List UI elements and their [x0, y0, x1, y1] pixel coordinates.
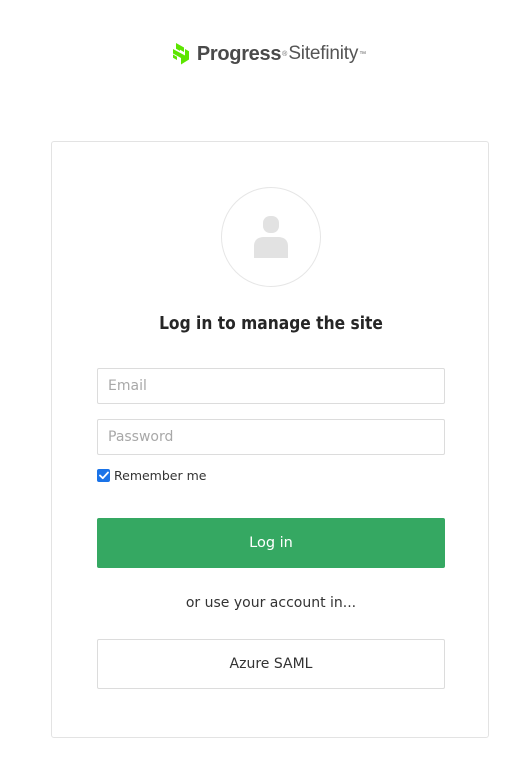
login-button[interactable]: Log in: [97, 518, 445, 568]
password-field[interactable]: [97, 419, 445, 455]
remember-me-label: Remember me: [114, 467, 207, 483]
progress-logo-icon: [172, 43, 189, 65]
logo-product-text: Sitefinity: [288, 43, 359, 64]
logo-registered-mark: ®: [282, 50, 288, 58]
login-page: Progress ® Sitefinity ™ Log in to manage…: [0, 0, 529, 779]
progress-sitefinity-logo: Progress ® Sitefinity ™: [0, 40, 529, 68]
login-title: Log in to manage the site: [159, 313, 383, 334]
email-field[interactable]: [97, 368, 445, 404]
avatar: [221, 187, 321, 287]
user-icon: [254, 216, 288, 258]
logo-brand-text: Progress: [196, 42, 282, 65]
remember-me[interactable]: Remember me: [97, 467, 206, 483]
remember-me-checkbox[interactable]: [97, 468, 110, 482]
login-card: Log in to manage the site Remember me Lo…: [51, 141, 489, 738]
logo-trademark: ™: [359, 50, 367, 58]
alternate-login-text: or use your account in...: [185, 595, 357, 611]
azure-saml-button[interactable]: Azure SAML: [97, 639, 445, 689]
checkmark-icon: [98, 471, 109, 479]
